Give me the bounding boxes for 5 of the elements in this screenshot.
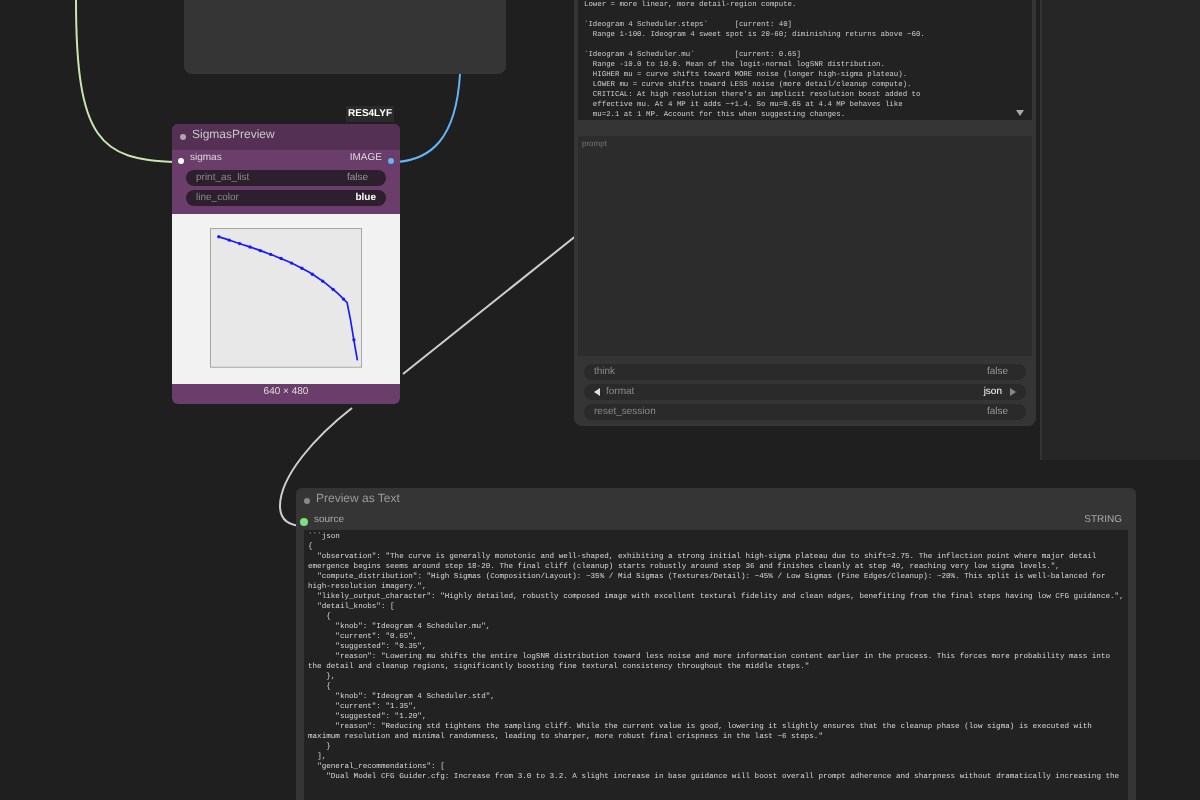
scroll-down-icon[interactable] bbox=[1016, 110, 1024, 116]
left-arrow-icon[interactable] bbox=[594, 388, 600, 396]
connection-line bbox=[396, 72, 464, 166]
connection-line bbox=[276, 406, 356, 530]
right-arrow-icon[interactable] bbox=[1010, 388, 1016, 396]
